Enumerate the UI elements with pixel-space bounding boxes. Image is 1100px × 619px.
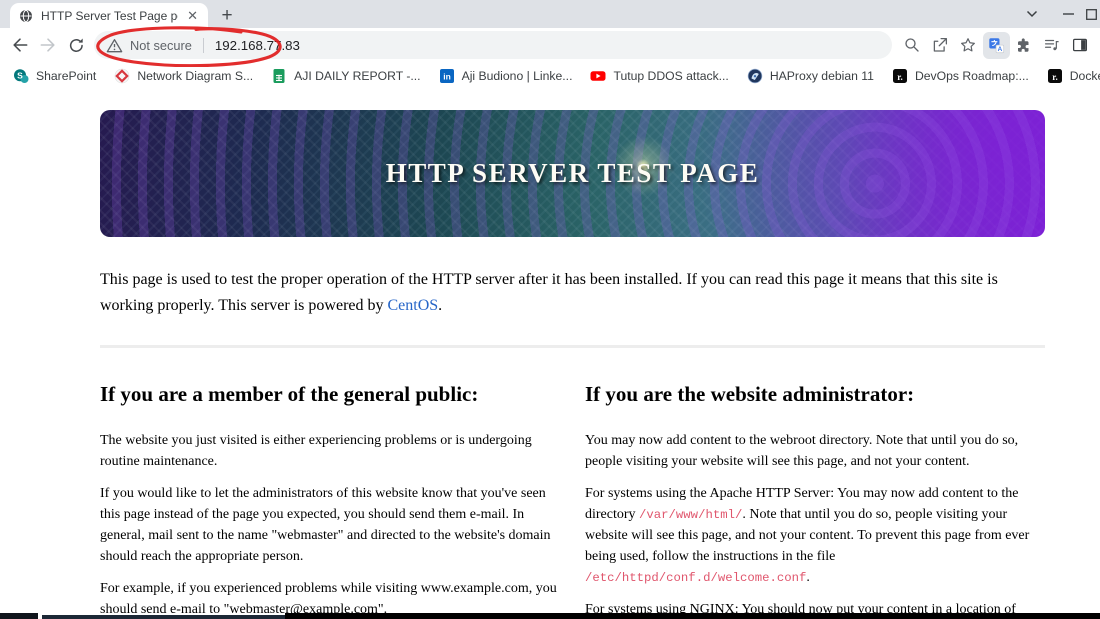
public-column: If you are a member of the general publi… (100, 382, 560, 619)
address-bar[interactable]: Not secure 192.168.77.83 (94, 31, 892, 59)
bookmark-label: Aji Budiono | Linke... (461, 69, 573, 83)
minimize-button[interactable] (1050, 0, 1086, 28)
svg-text:r.: r. (1052, 72, 1057, 82)
sharepoint-icon: S (13, 68, 29, 84)
welcome-conf-code: /etc/httpd/conf.d/welcome.conf (585, 570, 807, 585)
svg-text:in: in (443, 72, 451, 82)
bookmark-sharepoint[interactable]: S SharePoint (4, 64, 105, 88)
admin-paragraph-1: You may now add content to the webroot d… (585, 432, 1019, 469)
tab-close-icon[interactable]: ✕ (185, 8, 200, 23)
roadmap-icon: r. (892, 68, 908, 84)
bookmark-label: Network Diagram S... (137, 69, 254, 83)
two-column-section: If you are a member of the general publi… (100, 382, 1045, 619)
centos-link[interactable]: CentOS (388, 297, 439, 314)
extensions-puzzle-icon[interactable] (1010, 31, 1038, 59)
window-controls (1014, 0, 1100, 28)
browser-tab[interactable]: HTTP Server Test Page powered ✕ (10, 3, 208, 28)
haproxy-icon (747, 68, 763, 84)
intro-text-end: . (438, 296, 443, 314)
svg-text:A: A (997, 46, 1002, 53)
bookmark-aji-daily-report[interactable]: AJI DAILY REPORT -... (262, 64, 429, 88)
translate-icon[interactable]: A (982, 31, 1010, 59)
diagram-icon (114, 68, 130, 84)
search-icon[interactable] (898, 31, 926, 59)
tab-strip: HTTP Server Test Page powered ✕ + (0, 0, 1100, 28)
bookmark-star-icon[interactable] (954, 31, 982, 59)
public-paragraph-2: If you would like to let the administrat… (100, 485, 551, 564)
linkedin-icon: in (439, 68, 455, 84)
admin-paragraph-apache: For systems using the Apache HTTP Server… (585, 483, 1045, 588)
svg-text:S: S (17, 70, 23, 80)
bookmark-devops-roadmap[interactable]: r. DevOps Roadmap:... (883, 64, 1038, 88)
globe-favicon-icon (18, 8, 34, 24)
browser-toolbar: Not secure 192.168.77.83 A (0, 28, 1100, 62)
tab-title: HTTP Server Test Page powered (41, 8, 178, 23)
bookmark-label: Tutup DDOS attack... (613, 69, 729, 83)
reload-icon[interactable] (62, 31, 90, 59)
public-heading: If you are a member of the general publi… (100, 381, 479, 406)
apache-path-code: /var/www/html/ (639, 507, 743, 522)
bookmark-tutup-ddos[interactable]: Tutup DDOS attack... (581, 64, 737, 88)
youtube-icon (590, 68, 606, 84)
bookmarks-bar: S SharePoint Network Diagram S... AJI DA… (0, 62, 1100, 90)
web-page: HTTP SERVER TEST PAGE This page is used … (0, 90, 1100, 619)
divider (100, 344, 1045, 348)
test-page-banner: HTTP SERVER TEST PAGE (100, 110, 1045, 237)
not-secure-warning-icon[interactable] (106, 38, 123, 53)
maximize-button[interactable] (1086, 0, 1100, 28)
side-panel-icon[interactable] (1066, 31, 1094, 59)
media-list-icon[interactable] (1038, 31, 1066, 59)
public-paragraph-1: The website you just visited is either e… (100, 432, 532, 469)
intro-paragraph: This page is used to test the proper ope… (100, 267, 1038, 319)
new-tab-button[interactable]: + (214, 3, 240, 28)
intro-text: This page is used to test the proper ope… (100, 271, 998, 314)
admin-heading: If you are the website administrator: (585, 381, 915, 406)
google-sheets-icon (271, 68, 287, 84)
bookmark-label: DevOps Roadmap:... (914, 69, 1029, 83)
security-label[interactable]: Not secure (130, 38, 192, 53)
apache-text: . (806, 569, 810, 585)
browser-window: HTTP Server Test Page powered ✕ + (0, 0, 1100, 619)
taskbar-edge (0, 613, 1100, 619)
bookmark-label: HAProxy debian 11 (769, 69, 874, 83)
back-icon[interactable] (6, 31, 34, 59)
forward-icon[interactable] (34, 31, 62, 59)
bookmark-haproxy[interactable]: HAProxy debian 11 (738, 64, 883, 88)
bookmark-label: Docker Roadmap -... (1069, 69, 1100, 83)
bookmark-docker-roadmap[interactable]: r. Docker Roadmap -... (1038, 64, 1100, 88)
bookmark-label: AJI DAILY REPORT -... (294, 69, 421, 83)
admin-column: If you are the website administrator: Yo… (585, 382, 1045, 619)
bookmark-network-diagram[interactable]: Network Diagram S... (105, 64, 262, 88)
svg-text:r.: r. (897, 72, 902, 82)
banner-title: HTTP SERVER TEST PAGE (385, 158, 760, 188)
share-icon[interactable] (926, 31, 954, 59)
bookmark-label: SharePoint (36, 69, 97, 83)
tab-search-chevron-icon[interactable] (1014, 0, 1050, 28)
url-text[interactable]: 192.168.77.83 (215, 38, 300, 53)
omnibox-divider (202, 37, 204, 53)
bookmark-linkedin[interactable]: in Aji Budiono | Linke... (430, 64, 582, 88)
roadmap-icon: r. (1047, 68, 1063, 84)
